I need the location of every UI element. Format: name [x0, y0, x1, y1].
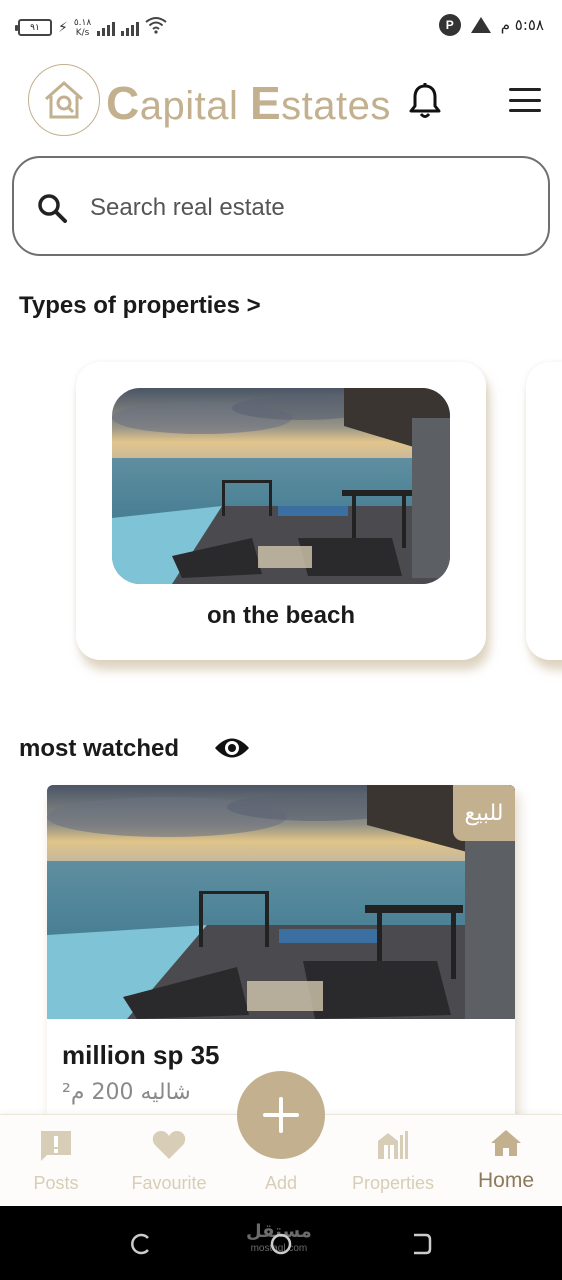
net-speed-value: ٥.١٨ — [73, 17, 92, 28]
wifi-icon — [145, 16, 167, 39]
charging-icon: ⚡ — [58, 19, 68, 35]
battery-level: ٩١ — [30, 22, 40, 33]
property-type-label: on the beach — [206, 602, 356, 629]
logo-house-icon — [28, 64, 100, 136]
search-input[interactable] — [90, 188, 520, 228]
for-sale-badge: للبيع — [453, 785, 515, 841]
app-header: Capital Estates — [0, 60, 562, 140]
property-type-card-next[interactable] — [526, 362, 562, 660]
battery-icon: ٩١ — [15, 19, 52, 36]
app-notification-icon: P — [438, 14, 461, 36]
recent-apps-icon[interactable] — [128, 1232, 152, 1256]
add-button[interactable] — [237, 1071, 325, 1159]
nav-properties-label: Properties — [351, 1173, 435, 1193]
hamburger-menu-icon[interactable] — [509, 88, 541, 112]
search-bar[interactable] — [12, 156, 550, 256]
search-icon — [38, 194, 67, 223]
alert-message-icon — [41, 1131, 71, 1161]
nav-properties[interactable]: Properties — [337, 1115, 449, 1207]
nav-posts-label: Posts — [33, 1173, 79, 1193]
beach-photo — [112, 388, 450, 584]
property-type-card[interactable]: on the beach — [76, 362, 486, 660]
nav-home[interactable]: Home — [450, 1115, 562, 1207]
bell-icon[interactable] — [408, 82, 442, 120]
system-navigation-bar: مستقل mostaql.com — [0, 1206, 562, 1280]
most-watched-title: most watched — [19, 735, 180, 762]
buildings-icon — [378, 1131, 408, 1159]
nav-add-label: Add — [264, 1173, 298, 1193]
nav-home-label: Home — [477, 1169, 535, 1192]
listing-price: million sp 35 — [62, 1040, 220, 1070]
signal-2-icon — [121, 20, 140, 36]
back-icon[interactable] — [408, 1232, 432, 1256]
listing-photo — [47, 785, 515, 1019]
brand-name: Capital Estates — [106, 77, 391, 129]
nav-favourite[interactable]: Favourite — [113, 1115, 225, 1207]
status-bar: ٩١ ⚡ ٥.١٨ K/s P ٥:٥٨ م — [0, 0, 562, 56]
net-speed: ٥.١٨ K/s — [74, 18, 91, 38]
net-speed-unit: K/s — [75, 27, 90, 38]
heart-icon — [152, 1131, 186, 1159]
nav-posts[interactable]: Posts — [0, 1115, 112, 1207]
clock: ٥:٥٨ م — [500, 16, 544, 34]
signal-icon — [97, 20, 116, 36]
types-section-title[interactable]: Types of properties > — [19, 292, 261, 320]
home-icon — [491, 1130, 521, 1156]
listing-details: شاليه 200 م² — [62, 1080, 191, 1105]
nav-favourite-label: Favourite — [131, 1173, 207, 1193]
eye-icon — [215, 738, 249, 758]
home-system-icon[interactable] — [269, 1232, 293, 1256]
plus-icon — [263, 1097, 299, 1133]
flask-icon — [470, 17, 491, 33]
